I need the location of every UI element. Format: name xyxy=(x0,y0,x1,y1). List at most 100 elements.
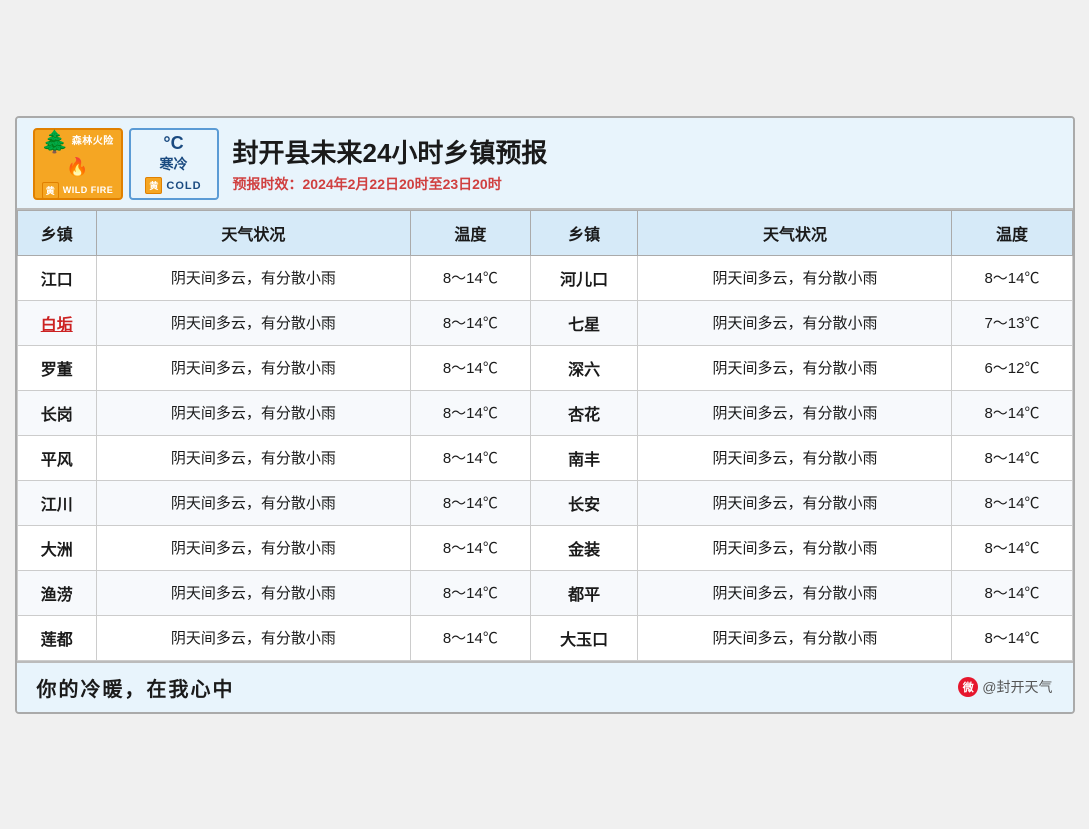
weather1-cell: 阴天间多云，有分散小雨 xyxy=(96,615,410,660)
footer-brand: 微 @封开天气 xyxy=(958,677,1052,697)
wildfire-bottom: 黄 WILD FIRE xyxy=(42,182,114,199)
town2-cell: 七星 xyxy=(530,300,638,345)
footer-text: 你的冷暖，在我心中 xyxy=(37,673,235,702)
temp2-cell: 7～13℃ xyxy=(952,300,1072,345)
table-row: 白垢阴天间多云，有分散小雨8～14℃七星阴天间多云，有分散小雨7～13℃ xyxy=(17,300,1072,345)
weather1-cell: 阴天间多云，有分散小雨 xyxy=(96,255,410,300)
cold-level-tag: 黄 xyxy=(145,177,162,194)
town1-cell: 长岗 xyxy=(17,390,96,435)
cold-degree: °C xyxy=(163,133,183,154)
town1-cell: 大洲 xyxy=(17,525,96,570)
col-weather2: 天气状况 xyxy=(638,210,952,255)
table-row: 渔涝阴天间多云，有分散小雨8～14℃都平阴天间多云，有分散小雨8～14℃ xyxy=(17,570,1072,615)
weather1-cell: 阴天间多云，有分散小雨 xyxy=(96,480,410,525)
town2-name: 七星 xyxy=(568,317,600,334)
table-body: 江口阴天间多云，有分散小雨8～14℃河儿口阴天间多云，有分散小雨8～14℃白垢阴… xyxy=(17,255,1072,660)
weather1-cell: 阴天间多云，有分散小雨 xyxy=(96,435,410,480)
cold-en-label: COLD xyxy=(166,180,201,192)
town2-name: 长安 xyxy=(568,497,600,514)
degree-symbol: °C xyxy=(163,133,183,154)
town2-name: 金装 xyxy=(568,542,600,559)
table-header-row: 乡镇 天气状况 温度 乡镇 天气状况 温度 xyxy=(17,210,1072,255)
temp2-cell: 8～14℃ xyxy=(952,435,1072,480)
town1-name: 渔涝 xyxy=(41,587,73,604)
temp1-cell: 8～14℃ xyxy=(410,390,530,435)
town2-cell: 杏花 xyxy=(530,390,638,435)
town1-name: 江川 xyxy=(41,497,73,514)
town2-name: 都平 xyxy=(568,587,600,604)
weather2-cell: 阴天间多云，有分散小雨 xyxy=(638,390,952,435)
col-temp1: 温度 xyxy=(410,210,530,255)
main-title: 封开县未来24小时乡镇预报 xyxy=(233,133,548,170)
town1-cell: 江口 xyxy=(17,255,96,300)
town1-cell: 莲都 xyxy=(17,615,96,660)
town1-cell: 罗董 xyxy=(17,345,96,390)
town1-name: 长岗 xyxy=(41,407,73,424)
cold-bottom: 黄 COLD xyxy=(145,177,201,194)
temp2-cell: 8～14℃ xyxy=(952,255,1072,300)
wildfire-en-label: WILD FIRE xyxy=(63,185,114,195)
town1-name: 大洲 xyxy=(41,542,73,559)
subtitle-date: 2024年2月22日20时至23日20时 xyxy=(303,176,502,192)
temp2-cell: 8～14℃ xyxy=(952,615,1072,660)
table-row: 江口阴天间多云，有分散小雨8～14℃河儿口阴天间多云，有分散小雨8～14℃ xyxy=(17,255,1072,300)
town1-name: 罗董 xyxy=(41,362,73,379)
town2-cell: 大玉口 xyxy=(530,615,638,660)
table-row: 平风阴天间多云，有分散小雨8～14℃南丰阴天间多云，有分散小雨8～14℃ xyxy=(17,435,1072,480)
weather-card: 🌲 森林火险 🔥 黄 WILD FIRE °C 寒冷 黄 xyxy=(15,116,1075,714)
temp2-cell: 6～12℃ xyxy=(952,345,1072,390)
weather2-cell: 阴天间多云，有分散小雨 xyxy=(638,255,952,300)
table-row: 莲都阴天间多云，有分散小雨8～14℃大玉口阴天间多云，有分散小雨8～14℃ xyxy=(17,615,1072,660)
temp1-cell: 8～14℃ xyxy=(410,435,530,480)
temp2-cell: 8～14℃ xyxy=(952,390,1072,435)
weather2-cell: 阴天间多云，有分散小雨 xyxy=(638,570,952,615)
town2-cell: 长安 xyxy=(530,480,638,525)
town2-name: 南丰 xyxy=(568,452,600,469)
forest-icon: 🌲 xyxy=(41,129,68,155)
col-temp2: 温度 xyxy=(952,210,1072,255)
weather1-cell: 阴天间多云，有分散小雨 xyxy=(96,390,410,435)
weather1-cell: 阴天间多云，有分散小雨 xyxy=(96,570,410,615)
weather1-cell: 阴天间多云，有分散小雨 xyxy=(96,525,410,570)
fire-icon: 🔥 xyxy=(66,157,88,178)
weather1-cell: 阴天间多云，有分散小雨 xyxy=(96,345,410,390)
table-row: 大洲阴天间多云，有分散小雨8～14℃金装阴天间多云，有分散小雨8～14℃ xyxy=(17,525,1072,570)
header: 🌲 森林火险 🔥 黄 WILD FIRE °C 寒冷 黄 xyxy=(17,118,1073,210)
town2-cell: 都平 xyxy=(530,570,638,615)
town2-name: 河儿口 xyxy=(560,272,608,289)
weather2-cell: 阴天间多云，有分散小雨 xyxy=(638,345,952,390)
col-weather1: 天气状况 xyxy=(96,210,410,255)
col-town1: 乡镇 xyxy=(17,210,96,255)
cold-chinese-label: 寒冷 xyxy=(160,154,188,174)
weather2-cell: 阴天间多云，有分散小雨 xyxy=(638,435,952,480)
town2-name: 杏花 xyxy=(568,407,600,424)
town2-cell: 深六 xyxy=(530,345,638,390)
weather1-cell: 阴天间多云，有分散小雨 xyxy=(96,300,410,345)
temp2-cell: 8～14℃ xyxy=(952,525,1072,570)
cold-badge: °C 寒冷 黄 COLD xyxy=(129,128,219,200)
temp1-cell: 8～14℃ xyxy=(410,345,530,390)
wildfire-badge: 🌲 森林火险 🔥 黄 WILD FIRE xyxy=(33,128,123,200)
town1-name: 白垢 xyxy=(41,317,73,334)
weibo-icon: 微 xyxy=(958,677,978,697)
town1-cell: 白垢 xyxy=(17,300,96,345)
town2-cell: 南丰 xyxy=(530,435,638,480)
town1-cell: 平风 xyxy=(17,435,96,480)
table-row: 江川阴天间多云，有分散小雨8～14℃长安阴天间多云，有分散小雨8～14℃ xyxy=(17,480,1072,525)
temp1-cell: 8～14℃ xyxy=(410,615,530,660)
brand-name: @封开天气 xyxy=(982,677,1052,697)
town2-name: 大玉口 xyxy=(560,632,608,649)
town1-cell: 江川 xyxy=(17,480,96,525)
town2-cell: 河儿口 xyxy=(530,255,638,300)
weather2-cell: 阴天间多云，有分散小雨 xyxy=(638,525,952,570)
temp1-cell: 8～14℃ xyxy=(410,480,530,525)
weather2-cell: 阴天间多云，有分散小雨 xyxy=(638,300,952,345)
wildfire-level-tag: 黄 xyxy=(42,182,59,199)
temp1-cell: 8～14℃ xyxy=(410,255,530,300)
weather-table: 乡镇 天气状况 温度 乡镇 天气状况 温度 江口阴天间多云，有分散小雨8～14℃… xyxy=(17,210,1073,661)
temp1-cell: 8～14℃ xyxy=(410,570,530,615)
table-row: 长岗阴天间多云，有分散小雨8～14℃杏花阴天间多云，有分散小雨8～14℃ xyxy=(17,390,1072,435)
temp1-cell: 8～14℃ xyxy=(410,300,530,345)
town2-cell: 金装 xyxy=(530,525,638,570)
warning-badges: 🌲 森林火险 🔥 黄 WILD FIRE °C 寒冷 黄 xyxy=(33,128,219,200)
